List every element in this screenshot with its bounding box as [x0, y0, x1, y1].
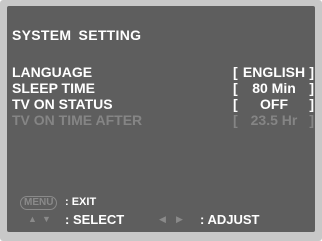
exit-hint: : EXIT	[65, 196, 97, 208]
menu-item-label: TV ON TIME AFTER	[12, 112, 143, 128]
menu-key-icon: MENU	[20, 196, 58, 210]
bracket-open: [	[233, 96, 238, 112]
down-arrow-icon: ▼	[42, 214, 51, 224]
bracket-close: ]	[309, 96, 314, 112]
right-arrow-icon: ▶	[176, 214, 183, 224]
bracket-open: [	[233, 112, 238, 128]
adjust-hint: : ADJUST	[200, 212, 260, 227]
bracket-open: [	[233, 64, 238, 80]
left-arrow-icon: ◀	[159, 214, 166, 224]
menu-item-value: OFF	[260, 96, 288, 112]
up-arrow-icon: ▲	[28, 214, 37, 224]
bracket-close: ]	[309, 64, 314, 80]
bracket-close: ]	[309, 112, 314, 128]
menu-item-tv-on-status[interactable]: TV ON STATUS [ OFF ]	[12, 96, 314, 112]
menu-title: SYSTEM SETTING	[12, 27, 142, 43]
osd-frame: SYSTEM SETTING LANGUAGE [ ENGLISH ] SLEE…	[0, 0, 322, 241]
menu-item-value: ENGLISH	[242, 64, 306, 80]
select-hint: : SELECT	[65, 212, 125, 227]
menu-item-label: SLEEP TIME	[12, 80, 95, 96]
bracket-open: [	[233, 80, 238, 96]
menu-item-sleep-time[interactable]: SLEEP TIME [ 80 Min ]	[12, 80, 314, 96]
system-setting-panel: SYSTEM SETTING LANGUAGE [ ENGLISH ] SLEE…	[7, 6, 315, 232]
menu-item-label: LANGUAGE	[12, 64, 93, 80]
menu-item-language[interactable]: LANGUAGE [ ENGLISH ]	[12, 64, 314, 80]
menu-item-value: 80 Min	[252, 80, 296, 96]
menu-item-tv-on-time-after: TV ON TIME AFTER [ 23.5 Hr ]	[12, 112, 314, 128]
bracket-close: ]	[309, 80, 314, 96]
menu-item-value: 23.5 Hr	[250, 112, 298, 128]
menu-item-label: TV ON STATUS	[12, 96, 113, 112]
